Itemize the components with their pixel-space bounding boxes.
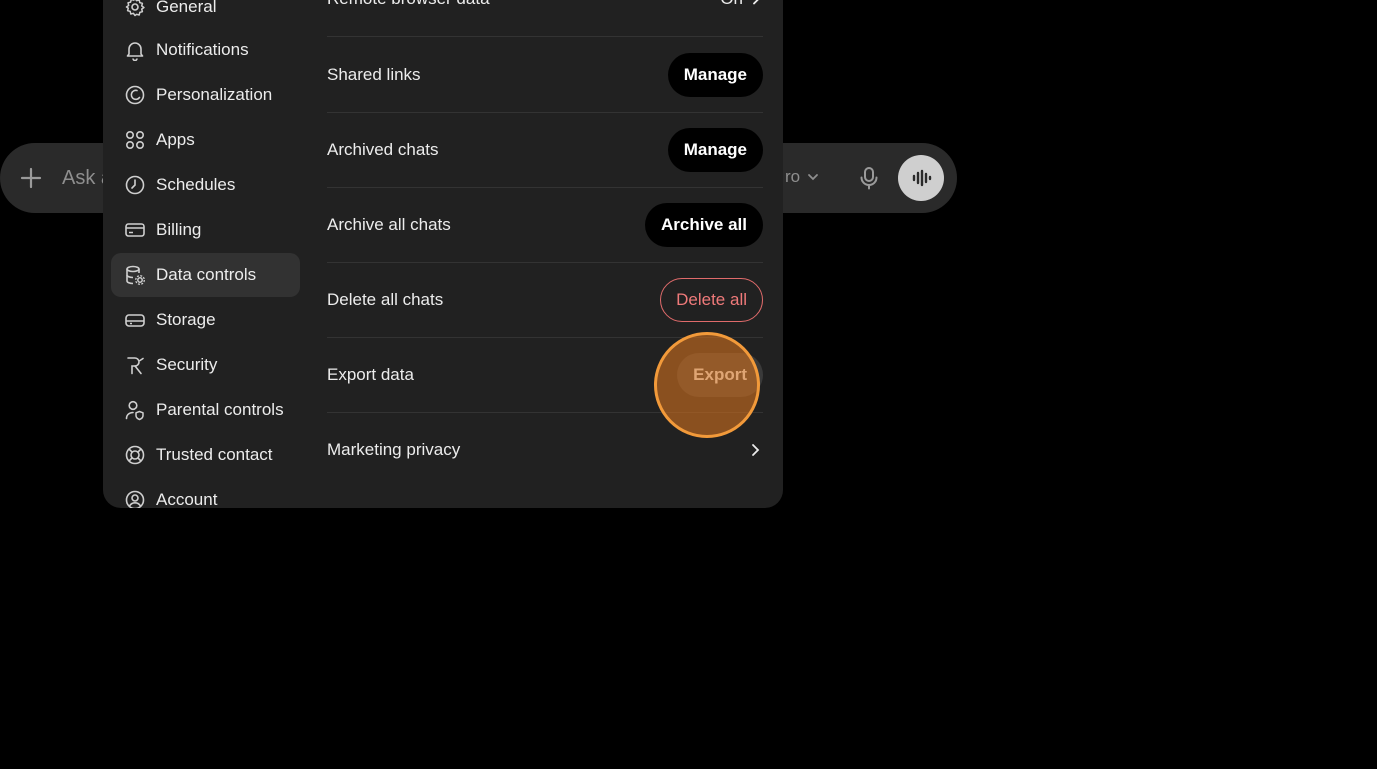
archived-chats-label: Archived chats [327,139,439,159]
gear-icon [124,0,146,18]
clock-icon [124,174,146,196]
personalization-icon [124,84,146,106]
sidebar-item-security[interactable]: Security [111,343,300,387]
marketing-privacy-row[interactable]: Marketing privacy [327,412,763,487]
waveform-icon [912,169,932,187]
shared-links-manage-button[interactable]: Manage [667,52,763,97]
shared-links-row: Shared links Manage [327,37,763,113]
archived-chats-manage-button[interactable]: Manage [667,127,763,172]
archived-chats-row: Archived chats Manage [327,112,763,188]
remote-browser-data-row: Remote browser data On [327,0,763,37]
sidebar-item-schedules[interactable]: Schedules [111,163,300,207]
sidebar-item-label: Billing [156,220,202,239]
user-circle-icon [124,489,146,508]
sidebar-item-label: Storage [156,310,216,329]
remote-browser-data-value: On [720,0,743,9]
sidebar-item-apps[interactable]: Apps [111,118,300,162]
shield-lock-icon [124,354,146,376]
export-button[interactable]: Export [677,352,763,397]
microphone-icon[interactable] [856,165,882,191]
archive-all-chats-label: Archive all chats [327,214,451,234]
sidebar-item-label: Personalization [156,85,273,104]
sidebar-item-notifications[interactable]: Notifications [111,28,300,72]
sidebar-item-storage[interactable]: Storage [111,298,300,342]
model-label: ro [785,167,801,186]
sidebar-item-label: Trusted contact [156,445,273,464]
sidebar-item-general[interactable]: General [111,0,300,29]
bell-icon [124,39,146,61]
model-selector[interactable]: ro [785,167,820,187]
credit-card-icon [124,219,146,241]
sidebar-item-account[interactable]: Account [111,478,300,508]
sidebar-item-personalization[interactable]: Personalization [111,73,300,117]
delete-all-button[interactable]: Delete all [660,277,763,322]
sidebar-item-billing[interactable]: Billing [111,208,300,252]
archive-all-button[interactable]: Archive all [645,202,763,247]
settings-modal: General Notifications Personalization Ap… [103,0,783,508]
remote-browser-data-label: Remote browser data [327,0,490,9]
plus-icon[interactable] [18,165,44,191]
sidebar-item-parental-controls[interactable]: Parental controls [111,388,300,432]
chevron-right-icon [753,0,759,4]
sidebar-item-label: General [156,0,217,16]
shared-links-label: Shared links [327,64,421,84]
chevron-right-icon [752,443,760,456]
person-shield-icon [124,399,146,421]
sidebar-item-label: Notifications [156,40,249,59]
marketing-privacy-label: Marketing privacy [327,439,461,459]
voice-mode-button[interactable] [898,155,944,201]
storage-drive-icon [124,309,146,331]
sidebar-item-label: Apps [156,130,195,149]
sidebar-item-label: Schedules [156,175,236,194]
sidebar-item-label: Parental controls [156,400,284,419]
lifebuoy-icon [124,444,146,466]
sidebar-item-trusted-contact[interactable]: Trusted contact [111,433,300,477]
database-gear-icon [124,264,146,286]
sidebar-item-label: Data controls [156,265,257,284]
delete-all-chats-row: Delete all chats Delete all [327,262,763,338]
sidebar-item-data-controls[interactable]: Data controls [111,253,300,297]
archive-all-chats-row: Archive all chats Archive all [327,187,763,263]
export-data-row: Export data Export [327,337,763,413]
chevron-down-icon [808,174,819,181]
delete-all-chats-label: Delete all chats [327,289,444,309]
export-data-label: Export data [327,364,414,384]
apps-grid-icon [124,129,146,151]
sidebar-item-label: Security [156,355,218,374]
sidebar-item-label: Account [156,490,218,508]
remote-browser-data-toggle[interactable]: On [720,0,763,9]
